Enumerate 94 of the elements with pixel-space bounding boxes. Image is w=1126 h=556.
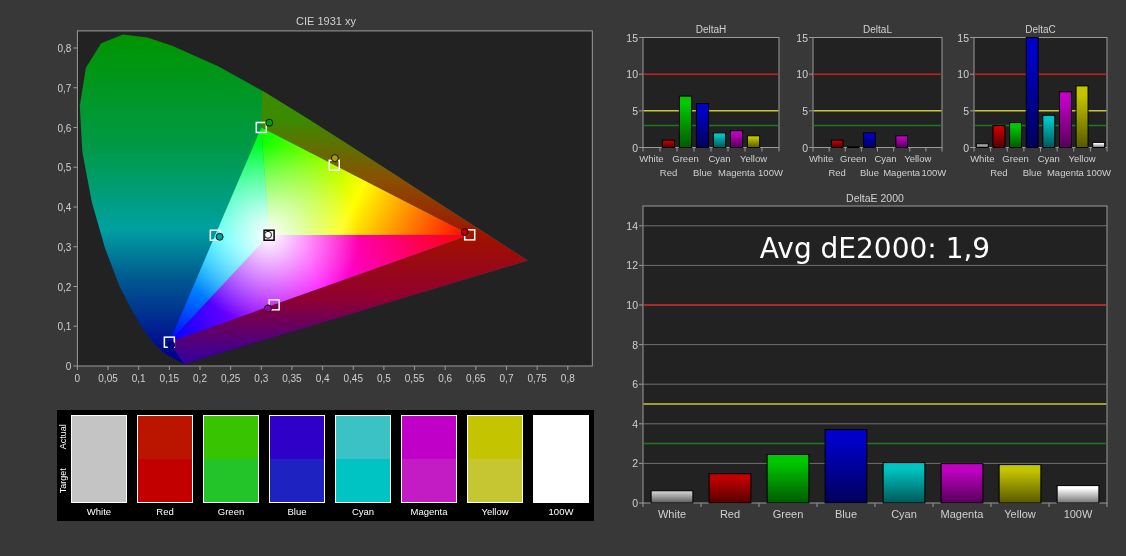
axis-label: Red [990, 166, 1008, 178]
axis-label: Green [672, 152, 699, 164]
swatch-label: Magenta [410, 505, 448, 519]
axis-label: Green [772, 508, 804, 520]
row-label: Actual [56, 424, 69, 450]
axis-label: 0,45 [343, 373, 363, 384]
axis-label: Yellow [1068, 152, 1096, 164]
axis-label: Yellow [739, 152, 768, 164]
axis-label: 4 [632, 417, 638, 430]
axis-label: White [808, 152, 834, 164]
axis-label: 2 [632, 457, 638, 470]
axis-label: Red [659, 166, 678, 178]
axis-label: 0 [65, 361, 72, 372]
axis-label: 0,2 [193, 373, 207, 384]
axis-label: 0,7 [57, 82, 72, 94]
axis-label: 100W [1063, 508, 1093, 520]
axis-label: Cyan [1037, 152, 1060, 164]
axis-label: 0 [632, 497, 638, 509]
axis-label: 0,1 [57, 321, 72, 333]
axis-label: 12 [626, 259, 638, 272]
chart-title: DeltaE 2000 [846, 192, 904, 204]
axis-label: 0 [802, 141, 808, 154]
chart-title: DeltaL [863, 23, 892, 35]
axis-label: White [639, 152, 664, 164]
axis-label: 0,6 [57, 122, 72, 134]
axis-label: Blue [859, 166, 879, 178]
axis-label: Magenta [940, 508, 984, 520]
swatch-label: Red [156, 505, 174, 519]
axis-label: 5 [963, 104, 969, 117]
axis-label: 0,8 [57, 43, 72, 54]
axis-label: Magenta [1046, 166, 1084, 178]
axis-label: 0,25 [220, 373, 241, 384]
axis-label: 0 [963, 141, 969, 154]
axis-label: Red [828, 166, 846, 178]
axis-label: 5 [802, 104, 808, 117]
swatch-label: Blue [287, 505, 307, 519]
axis-label: Blue [693, 166, 712, 178]
axis-label: 0,55 [404, 373, 425, 384]
swatch-label: Cyan [351, 505, 375, 519]
axis-label: Yellow [1004, 508, 1036, 520]
axis-label: 10 [626, 299, 638, 311]
axis-label: 15 [626, 31, 638, 44]
swatch-label: 100W [548, 505, 574, 519]
axis-label: 100W [921, 166, 947, 178]
axis-label: 10 [796, 68, 808, 81]
axis-label: 6 [632, 378, 638, 391]
axis-label: 0,5 [376, 373, 391, 384]
axis-label: 0,3 [57, 241, 72, 253]
chart-title: DeltaC [1025, 23, 1056, 35]
axis-label: 0,4 [57, 202, 72, 213]
axis-label: 0,8 [560, 373, 575, 384]
axis-label: Cyan [708, 152, 731, 164]
axis-label: 15 [796, 31, 808, 44]
chart-title: DeltaH [695, 23, 727, 35]
axis-label: 0 [74, 373, 81, 384]
axis-label: 0,1 [131, 373, 146, 384]
axis-label: 15 [957, 31, 969, 44]
axis-label: Magenta [883, 166, 921, 178]
axis-label: 0,3 [254, 373, 269, 384]
axis-label: White [970, 152, 995, 164]
axis-label: Magenta [718, 166, 755, 178]
axis-label: 0,65 [466, 373, 486, 384]
axis-label: Green [840, 152, 867, 164]
axis-label: 0 [632, 141, 638, 154]
axis-label: 10 [957, 68, 969, 81]
axis-label: White [657, 508, 687, 520]
axis-label: 100W [1086, 166, 1112, 178]
axis-label: 0,05 [98, 373, 118, 384]
axis-label: 100W [758, 166, 783, 178]
row-label: Target [56, 468, 69, 494]
axis-label: 10 [626, 68, 638, 81]
swatch-label: Green [217, 505, 245, 519]
swatch-label: Yellow [481, 505, 509, 519]
axis-label: 0,7 [499, 373, 514, 384]
axis-label: Blue [1022, 166, 1042, 178]
axis-label: Cyan [891, 508, 917, 520]
axis-label: Blue [835, 508, 857, 520]
axis-label: 0,6 [438, 373, 453, 384]
chart-title: CIE 1931 xy [296, 15, 356, 27]
axis-label: 0,4 [315, 373, 330, 384]
axis-label: 0,2 [57, 281, 72, 293]
axis-label: 8 [632, 338, 638, 351]
axis-label: Cyan [874, 152, 897, 164]
axis-label: Red [719, 508, 741, 520]
axis-label: 0,15 [159, 373, 180, 384]
average-label: Avg dE2000: 1,9 [759, 232, 991, 265]
axis-label: Green [1002, 152, 1029, 164]
axis-label: 14 [626, 219, 638, 232]
axis-label: 0,75 [527, 373, 547, 384]
axis-label: 0,35 [282, 373, 302, 384]
axis-label: 0,5 [57, 162, 72, 174]
axis-label: Yellow [904, 152, 932, 164]
swatch-label: White [86, 505, 112, 519]
axis-label: 5 [632, 104, 638, 117]
